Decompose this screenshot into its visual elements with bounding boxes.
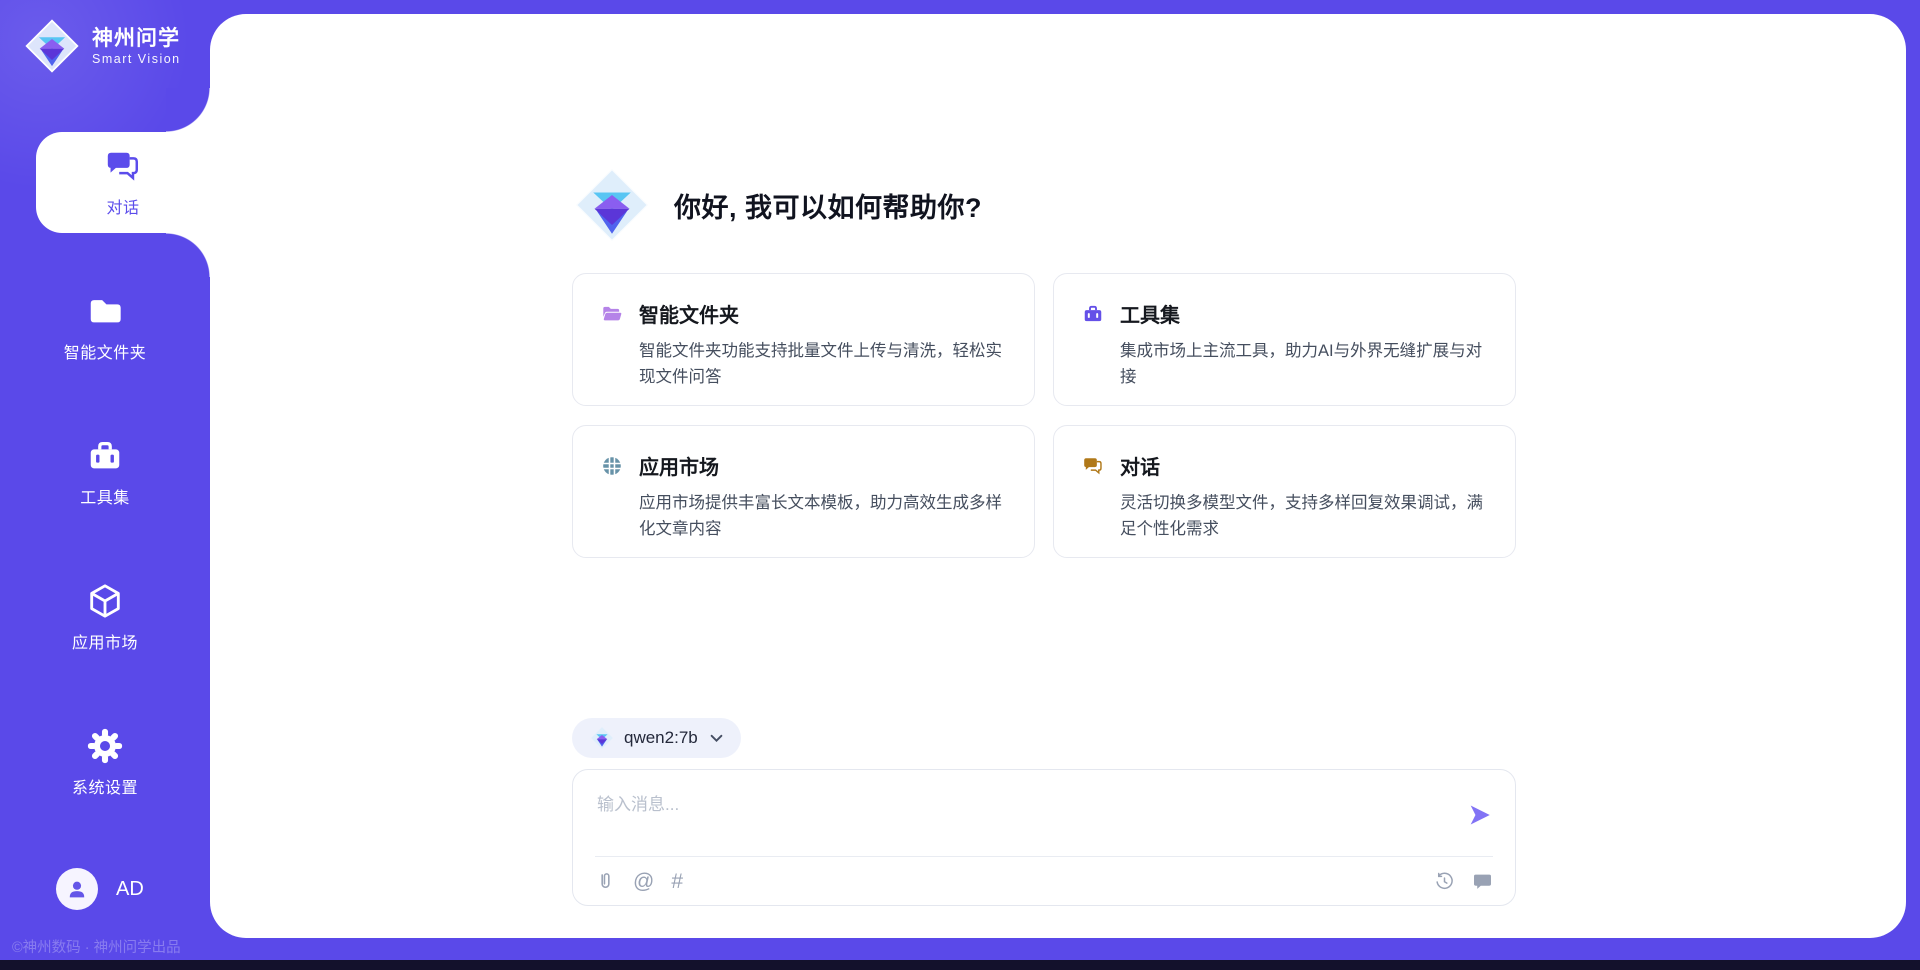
sidebar-item-label: 智能文件夹 [64,339,147,363]
chat-icon [104,147,142,185]
avatar [56,868,98,910]
sidebar-item-label: 工具集 [80,484,130,508]
folder-open-icon [601,303,623,325]
person-icon [65,877,89,901]
card-chat[interactable]: 对话 灵活切换多模型文件，支持多样回复效果调试，满足个性化需求 [1053,425,1516,558]
sidebar-item-label: 系统设置 [72,774,138,798]
model-label: qwen2:7b [624,728,698,748]
sidebar-item-chat[interactable]: 对话 [36,132,210,233]
card-description: 集成市场上主流工具，助力AI与外界无缝扩展与对接 [1120,339,1487,390]
copyright: ©神州数码 · 神州问学出品 [12,936,181,957]
greeting-block: 你好, 我可以如何帮助你? [572,165,982,245]
main-panel: 你好, 我可以如何帮助你? 智能文件夹 智能文件夹功能支持批量文件上传与清洗，轻… [210,14,1906,938]
diamond-logo-icon [590,726,614,750]
paperclip-icon [595,871,616,892]
send-icon [1467,802,1493,828]
at-icon: @ [633,871,654,892]
mention-button[interactable]: @ [633,871,654,892]
quick-chat-button[interactable] [1472,871,1493,892]
message-input[interactable] [573,770,1433,850]
sidebar: 神州问学 Smart Vision 对话 智能文件夹 工具集 应用市场 [0,0,210,970]
topic-button[interactable]: # [671,871,683,892]
diamond-logo-icon [572,165,652,245]
card-toolset[interactable]: 工具集 集成市场上主流工具，助力AI与外界无缝扩展与对接 [1053,273,1516,406]
chat-filled-icon [1472,871,1493,892]
sidebar-item-settings[interactable]: 系统设置 [0,712,210,813]
card-description: 应用市场提供丰富长文本模板，助力高效生成多样化文章内容 [639,491,1006,542]
history-button[interactable] [1434,871,1455,892]
brand: 神州问学 Smart Vision [24,18,181,74]
card-app-market[interactable]: 应用市场 应用市场提供丰富长文本模板，助力高效生成多样化文章内容 [572,425,1035,558]
diamond-logo-icon [24,18,80,74]
sidebar-item-label: 应用市场 [72,629,138,653]
card-title: 智能文件夹 [639,299,739,328]
brand-tagline: Smart Vision [92,52,181,66]
composer: @ # [572,769,1516,906]
page-title: 你好, 我可以如何帮助你? [674,186,982,225]
card-description: 灵活切换多模型文件，支持多样回复效果调试，满足个性化需求 [1120,491,1487,542]
feature-cards: 智能文件夹 智能文件夹功能支持批量文件上传与清洗，轻松实现文件问答 工具集 集成… [572,273,1516,558]
card-title: 工具集 [1120,299,1180,328]
history-icon [1434,871,1455,892]
bottom-dark-bar [0,960,1920,970]
cube-icon [86,582,124,620]
hash-icon: # [671,871,683,892]
user-chip[interactable]: AD [0,868,210,910]
card-title: 应用市场 [639,451,719,480]
brand-name: 神州问学 [92,26,181,52]
chevron-down-icon [710,734,723,743]
sidebar-item-app-market[interactable]: 应用市场 [0,567,210,668]
sidebar-item-smart-folder[interactable]: 智能文件夹 [0,277,210,378]
sidebar-item-toolset[interactable]: 工具集 [0,422,210,523]
gear-icon [86,727,124,765]
toolbox-icon [86,437,124,475]
sidebar-item-label: 对话 [106,194,139,218]
model-selector[interactable]: qwen2:7b [572,718,741,758]
send-button[interactable] [1467,802,1493,828]
chat-icon [1082,455,1104,477]
user-initials: AD [116,878,144,901]
attach-button[interactable] [595,871,616,892]
card-smart-folder[interactable]: 智能文件夹 智能文件夹功能支持批量文件上传与清洗，轻松实现文件问答 [572,273,1035,406]
folder-icon [86,292,124,330]
grid-wheel-icon [601,455,623,477]
card-title: 对话 [1120,451,1160,480]
card-description: 智能文件夹功能支持批量文件上传与清洗，轻松实现文件问答 [639,339,1006,390]
toolbox-icon [1082,303,1104,325]
